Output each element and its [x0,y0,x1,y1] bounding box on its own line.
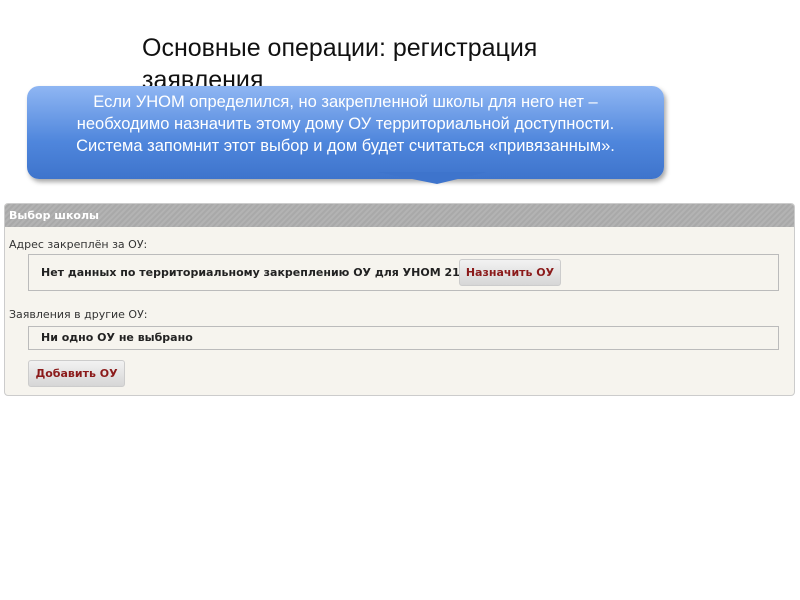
callout-text: Если УНОМ определился, но закрепленной ш… [76,93,615,155]
assign-school-button[interactable]: Назначить ОУ [459,259,561,286]
school-selection-panel: Выбор школы Адрес закреплён за ОУ: Нет д… [4,203,795,396]
callout-tooltip: Если УНОМ определился, но закрепленной ш… [27,86,664,184]
other-schools-box: Ни одно ОУ не выбрано [28,326,779,350]
callout-tail [377,172,487,184]
other-label: Заявления в другие ОУ: [9,308,148,321]
panel-title: Выбор школы [5,204,794,227]
assigned-label: Адрес закреплён за ОУ: [9,238,148,251]
add-school-button[interactable]: Добавить ОУ [28,360,125,387]
assigned-text: Нет данных по территориальному закреплен… [41,266,503,279]
assigned-box: Нет данных по территориальному закреплен… [28,254,779,291]
